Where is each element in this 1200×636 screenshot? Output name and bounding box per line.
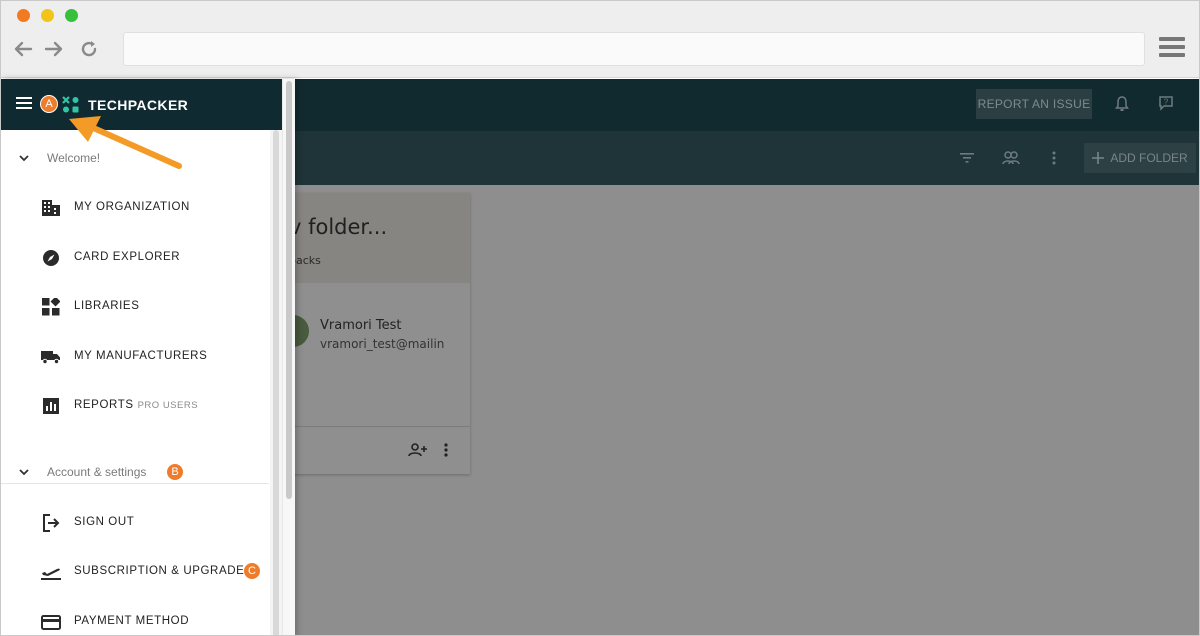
callout-badge-b: B [166, 463, 184, 481]
people-icon[interactable] [999, 146, 1023, 170]
close-window-button[interactable] [17, 9, 30, 22]
navigation-drawer: A TECHPACKER Welcome! MY ORGANIZATION CA… [1, 79, 295, 635]
menu-item-subscription-upgrade[interactable]: SUBSCRIPTION & UPGRADE [1, 552, 269, 592]
chevron-down-icon [19, 469, 29, 476]
page-scrollbar[interactable] [286, 81, 292, 499]
section-account-settings[interactable]: Account & settings [1, 457, 271, 487]
add-person-icon[interactable] [407, 439, 429, 461]
plus-icon [1092, 152, 1105, 164]
add-folder-label: ADD FOLDER [1110, 151, 1188, 165]
arrow-right-icon [44, 41, 63, 57]
menu-item-sign-out[interactable]: SIGN OUT [1, 503, 269, 543]
browser-window: REPORT AN ISSUE ? ADD FOLDER v folder...… [0, 0, 1200, 636]
svg-text:?: ? [1164, 98, 1169, 107]
menu-item-label: PAYMENT METHOD [74, 615, 190, 627]
forward-button[interactable] [42, 37, 66, 61]
member-email: vramori_test@mailin [320, 337, 445, 351]
menu-icon[interactable] [16, 97, 32, 110]
member-name: Vramori Test [320, 318, 402, 333]
filter-icon[interactable] [955, 146, 979, 170]
menu-item-my-organization[interactable]: MY ORGANIZATION [1, 188, 269, 228]
address-bar[interactable] [123, 32, 1145, 66]
menu-item-libraries[interactable]: LIBRARIES [1, 287, 269, 327]
building-icon [41, 198, 61, 218]
section-welcome[interactable]: Welcome! [1, 143, 271, 173]
minimize-window-button[interactable] [41, 9, 54, 22]
report-issue-button[interactable]: REPORT AN ISSUE [976, 89, 1092, 119]
flight-takeoff-icon [41, 562, 61, 582]
truck-icon [41, 347, 61, 367]
card-more-vert-icon[interactable] [435, 439, 457, 461]
folder-card-title: v folder... [289, 215, 388, 239]
reload-button[interactable] [77, 37, 101, 61]
techpacker-logo-icon [62, 96, 79, 113]
widgets-icon [41, 297, 61, 317]
section-label: Welcome! [47, 151, 101, 165]
browser-chrome [1, 1, 1199, 78]
menu-item-label: LIBRARIES [74, 300, 140, 312]
credit-card-icon [41, 612, 61, 632]
menu-item-payment-method[interactable]: PAYMENT METHOD [1, 602, 269, 635]
callout-badge-c: C [243, 562, 261, 580]
add-folder-button[interactable]: ADD FOLDER [1084, 143, 1196, 173]
drawer-body: Welcome! MY ORGANIZATION CARD EXPLORER L… [1, 130, 282, 635]
callout-badge-a: A [40, 95, 58, 113]
bar-chart-icon [41, 396, 61, 416]
drawer-header: A TECHPACKER [1, 79, 282, 130]
compass-icon [41, 248, 61, 268]
menu-item-label: REPORTS PRO USERS [74, 399, 198, 411]
feedback-icon[interactable]: ? [1154, 91, 1178, 115]
arrow-left-icon [14, 41, 33, 57]
drawer-scrollbar[interactable] [273, 130, 279, 635]
menu-item-label: MY MANUFACTURERS [74, 350, 208, 362]
menu-item-reports[interactable]: REPORTS PRO USERS [1, 386, 269, 426]
reload-icon [81, 41, 97, 57]
more-vert-icon[interactable] [1042, 146, 1066, 170]
menu-item-label: CARD EXPLORER [74, 251, 181, 263]
reports-label: REPORTS [74, 399, 134, 411]
chevron-down-icon [19, 155, 29, 162]
pro-users-tag: PRO USERS [137, 400, 199, 411]
brand-name: TECHPACKER [88, 97, 189, 113]
menu-item-label: SUBSCRIPTION & UPGRADE [74, 565, 245, 577]
back-button[interactable] [11, 37, 35, 61]
sign-out-icon [41, 513, 61, 533]
maximize-window-button[interactable] [65, 9, 78, 22]
section-label: Account & settings [47, 465, 147, 479]
menu-item-label: SIGN OUT [74, 516, 135, 528]
menu-item-my-manufacturers[interactable]: MY MANUFACTURERS [1, 337, 269, 377]
menu-item-card-explorer[interactable]: CARD EXPLORER [1, 238, 269, 278]
menu-item-label: MY ORGANIZATION [74, 201, 190, 213]
browser-menu-icon[interactable] [1159, 37, 1185, 61]
bell-icon[interactable] [1110, 92, 1134, 116]
